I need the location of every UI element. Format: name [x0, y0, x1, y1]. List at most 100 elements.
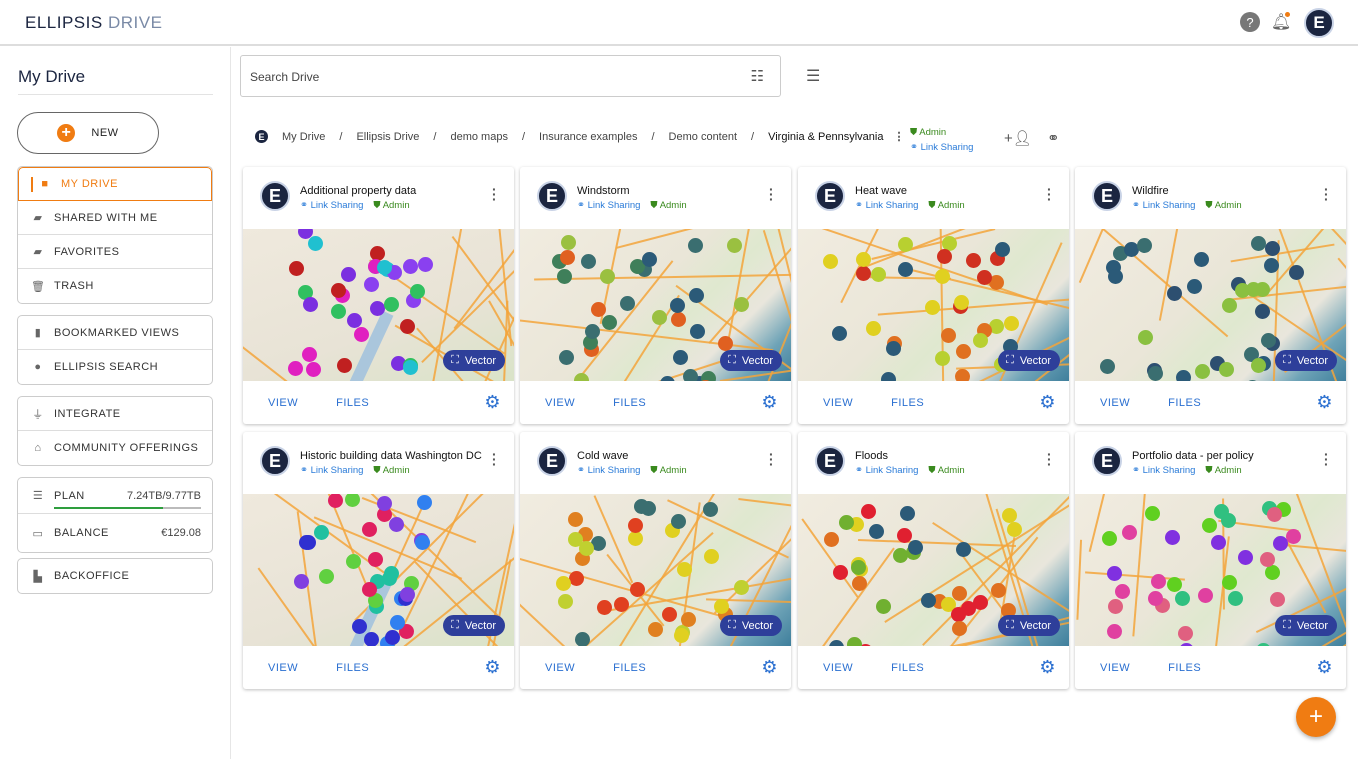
link-sharing-label[interactable]: Link Sharing [921, 142, 974, 153]
dataset-card[interactable]: E Windstorm ⚭ Link Sharing⛊ Admin ··· ⛶V… [520, 167, 791, 424]
breadcrumb-item[interactable]: Insurance examples [539, 131, 637, 143]
more-options-icon[interactable]: ··· [492, 187, 496, 202]
dataset-card[interactable]: E Cold wave ⚭ Link Sharing⛊ Admin ··· ⛶V… [520, 432, 791, 689]
sidebar-item-shared[interactable]: ▰SHARED WITH ME [18, 201, 212, 235]
view-button[interactable]: VIEW [268, 397, 298, 409]
card-title[interactable]: Windstorm [577, 185, 630, 197]
card-title[interactable]: Cold wave [577, 450, 628, 462]
link-sharing-label[interactable]: Link Sharing [311, 200, 364, 211]
settings-gear-icon[interactable]: ⚙ [761, 392, 778, 413]
balance-item[interactable]: ▭BALANCE€129.08 [18, 514, 212, 552]
dataset-card[interactable]: E Portfolio data - per policy ⚭ Link Sha… [1075, 432, 1346, 689]
link-icon[interactable]: ⚭ [1047, 129, 1060, 147]
sidebar-item-community-offerings[interactable]: ⌂COMMUNITY OFFERINGS [18, 431, 212, 465]
new-button[interactable]: +NEW [17, 112, 159, 154]
notifications-icon[interactable]: 🔔︎ [1271, 12, 1291, 32]
view-button[interactable]: VIEW [823, 397, 853, 409]
breadcrumb-item[interactable]: Ellipsis Drive [356, 131, 419, 143]
card-title[interactable]: Historic building data Washington DC [300, 450, 482, 462]
card-title[interactable]: Heat wave [855, 185, 907, 197]
more-options-icon[interactable]: ··· [1047, 187, 1051, 202]
data-point [1251, 358, 1266, 373]
sidebar-item-my-drive[interactable]: ■MY DRIVE [18, 167, 212, 201]
map-preview[interactable]: ⛶Vector [243, 229, 514, 381]
files-button[interactable]: FILES [613, 397, 646, 409]
more-options-icon[interactable]: ··· [769, 187, 773, 202]
settings-gear-icon[interactable]: ⚙ [484, 657, 501, 678]
card-title[interactable]: Additional property data [300, 185, 416, 197]
add-person-icon[interactable]: +👤︎ [1004, 129, 1032, 147]
search-input[interactable]: Search Drive☷ [240, 55, 781, 97]
files-button[interactable]: FILES [891, 662, 924, 674]
more-options-icon[interactable]: ⋮ [893, 130, 904, 143]
settings-gear-icon[interactable]: ⚙ [484, 392, 501, 413]
data-point [600, 269, 615, 284]
link-sharing-label[interactable]: Link Sharing [1143, 200, 1196, 211]
sidebar-item-trash[interactable]: 🗑︎TRASH [18, 269, 212, 303]
view-button[interactable]: VIEW [545, 397, 575, 409]
map-preview[interactable]: ⛶Vector [243, 494, 514, 646]
more-options-icon[interactable]: ··· [492, 452, 496, 467]
sidebar-item-bookmarked-views[interactable]: ▮BOOKMARKED VIEWS [18, 316, 212, 350]
dataset-card[interactable]: E Historic building data Washington DC ⚭… [243, 432, 514, 689]
map-preview[interactable]: ⛶Vector [1075, 494, 1346, 646]
card-title[interactable]: Floods [855, 450, 888, 462]
files-button[interactable]: FILES [891, 397, 924, 409]
link-sharing-label[interactable]: Link Sharing [866, 465, 919, 476]
more-options-icon[interactable]: ··· [1324, 452, 1328, 467]
sidebar-item-integrate[interactable]: ⏚INTEGRATE [18, 397, 212, 431]
card-title[interactable]: Portfolio data - per policy [1132, 450, 1254, 462]
app-logo[interactable]: ELLIPSIS DRIVE [25, 13, 162, 33]
link-sharing-label[interactable]: Link Sharing [588, 200, 641, 211]
help-icon[interactable]: ? [1240, 12, 1260, 32]
data-point [557, 269, 572, 284]
breadcrumb-item[interactable]: My Drive [282, 131, 325, 143]
view-button[interactable]: VIEW [1100, 662, 1130, 674]
files-button[interactable]: FILES [1168, 662, 1201, 674]
map-preview[interactable]: ⛶Vector [520, 494, 791, 646]
view-button[interactable]: VIEW [1100, 397, 1130, 409]
dataset-card[interactable]: E Additional property data ⚭ Link Sharin… [243, 167, 514, 424]
user-avatar[interactable]: E [1304, 8, 1334, 38]
settings-gear-icon[interactable]: ⚙ [1039, 657, 1056, 678]
map-preview[interactable]: ⛶Vector [798, 494, 1069, 646]
breadcrumb-item[interactable]: demo maps [450, 131, 507, 143]
more-options-icon[interactable]: ··· [1324, 187, 1328, 202]
settings-gear-icon[interactable]: ⚙ [1316, 657, 1333, 678]
sidebar-item-ellipsis-search[interactable]: ●ELLIPSIS SEARCH [18, 350, 212, 384]
breadcrumb-item[interactable]: Demo content [669, 131, 737, 143]
label: BALANCE [54, 527, 109, 539]
view-button[interactable]: VIEW [268, 662, 298, 674]
dataset-card[interactable]: E Heat wave ⚭ Link Sharing⛊ Admin ··· ⛶V… [798, 167, 1069, 424]
link-sharing-label[interactable]: Link Sharing [866, 200, 919, 211]
link-sharing-label[interactable]: Link Sharing [311, 465, 364, 476]
card-title[interactable]: Wildfire [1132, 185, 1169, 197]
data-point [1100, 359, 1115, 374]
map-preview[interactable]: ⛶Vector [1075, 229, 1346, 381]
map-road [804, 547, 895, 646]
files-button[interactable]: FILES [613, 662, 646, 674]
sidebar-item-favorites[interactable]: ▰FAVORITES [18, 235, 212, 269]
more-options-icon[interactable]: ··· [769, 452, 773, 467]
view-button[interactable]: VIEW [823, 662, 853, 674]
files-button[interactable]: FILES [336, 662, 369, 674]
add-fab-button[interactable]: + [1296, 697, 1336, 737]
map-preview[interactable]: ⛶Vector [520, 229, 791, 381]
map-preview[interactable]: ⛶Vector [798, 229, 1069, 381]
plan-item[interactable]: ☰PLAN7.24TB/9.77TB [18, 478, 212, 514]
shield-check-icon: ⛊ [1205, 200, 1212, 211]
sidebar-item-backoffice[interactable]: ▙BACKOFFICE [18, 559, 212, 593]
link-sharing-label[interactable]: Link Sharing [588, 465, 641, 476]
link-sharing-label[interactable]: Link Sharing [1143, 465, 1196, 476]
dataset-card[interactable]: E Floods ⚭ Link Sharing⛊ Admin ··· ⛶Vect… [798, 432, 1069, 689]
dataset-card[interactable]: E Wildfire ⚭ Link Sharing⛊ Admin ··· ⛶Ve… [1075, 167, 1346, 424]
view-button[interactable]: VIEW [545, 662, 575, 674]
files-button[interactable]: FILES [336, 397, 369, 409]
settings-gear-icon[interactable]: ⚙ [1039, 392, 1056, 413]
list-view-icon[interactable]: ☰ [806, 66, 820, 86]
filter-settings-icon[interactable]: ☷ [751, 67, 764, 85]
more-options-icon[interactable]: ··· [1047, 452, 1051, 467]
settings-gear-icon[interactable]: ⚙ [761, 657, 778, 678]
files-button[interactable]: FILES [1168, 397, 1201, 409]
settings-gear-icon[interactable]: ⚙ [1316, 392, 1333, 413]
